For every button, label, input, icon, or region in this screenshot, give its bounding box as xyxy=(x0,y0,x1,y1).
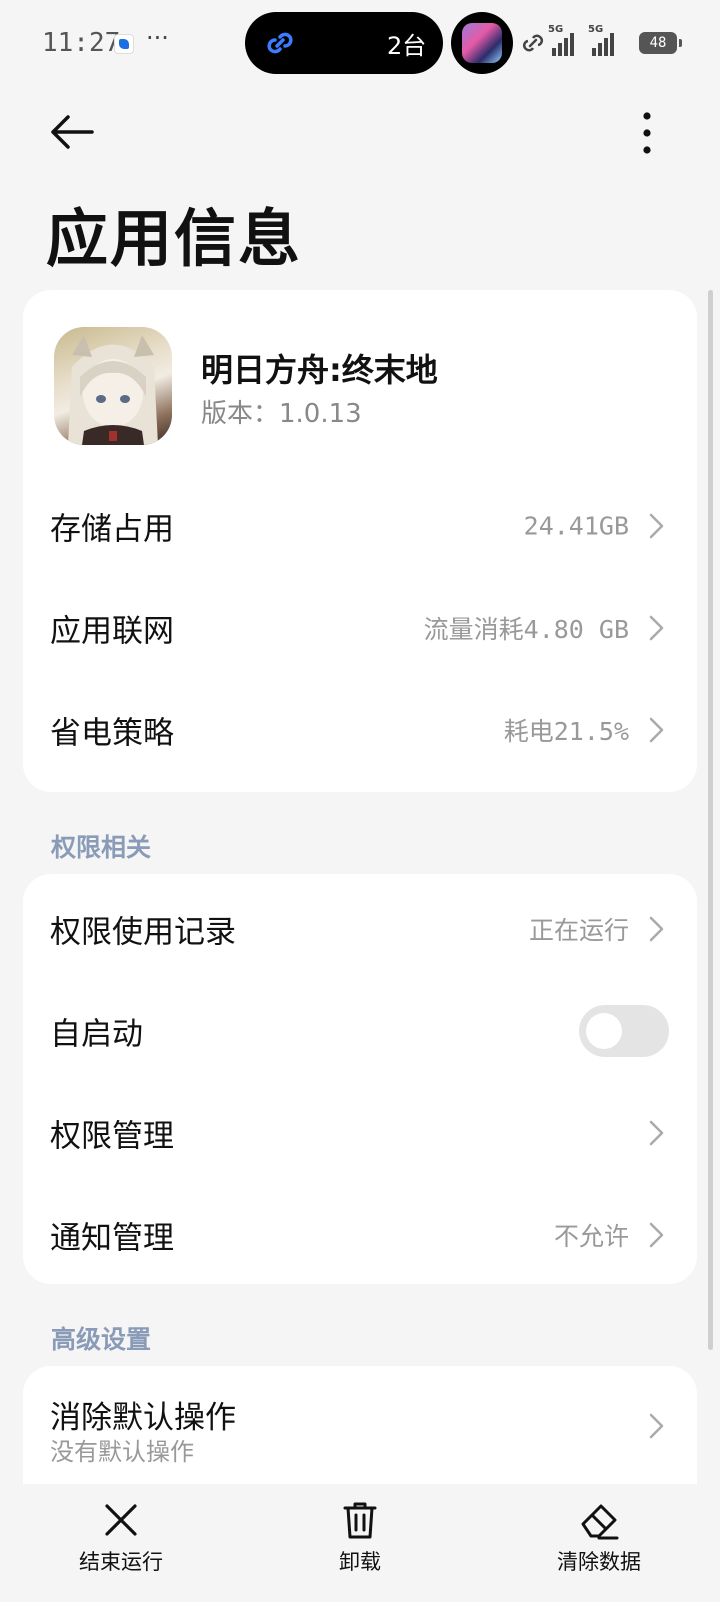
autostart-row: 自启动 xyxy=(23,980,697,1082)
page-title: 应用信息 xyxy=(46,202,303,275)
autostart-toggle[interactable] xyxy=(579,1005,669,1057)
section-title-permissions: 权限相关 xyxy=(51,833,152,862)
dynamic-island-connection[interactable]: 2台 xyxy=(245,12,443,74)
row-value: 24.41GB xyxy=(523,511,629,541)
signal-1-icon: 5G xyxy=(548,24,582,56)
battery-icon: 48 xyxy=(639,32,682,54)
force-stop-label: 结束运行 xyxy=(79,1550,163,1574)
bottom-action-bar: 结束运行 卸载 清除数据 xyxy=(0,1484,720,1602)
connected-devices-count: 2台 xyxy=(387,32,427,60)
clear-data-button[interactable]: 清除数据 xyxy=(519,1484,679,1576)
storage-row[interactable]: 存储占用 24.41GB xyxy=(23,475,697,577)
app-icon xyxy=(54,327,172,445)
island-app-avatar[interactable] xyxy=(451,12,513,74)
more-notifications-icon: ··· xyxy=(146,24,169,52)
row-label: 存储占用 xyxy=(50,511,174,548)
chevron-right-icon xyxy=(649,1413,664,1439)
advanced-card: 消除默认操作 没有默认操作 xyxy=(23,1366,697,1484)
app-info-card: 明日方舟:终末地 版本：1.0.13 存储占用 24.41GB 应用联网 流量消… xyxy=(23,290,697,792)
link-status-icon xyxy=(522,34,544,52)
signal-2-icon: 5G xyxy=(588,24,622,56)
uninstall-button[interactable]: 卸载 xyxy=(280,1484,440,1576)
notification-app-icon xyxy=(114,34,134,54)
trash-icon xyxy=(343,1502,377,1539)
permission-management-row[interactable]: 权限管理 xyxy=(23,1082,697,1184)
row-label: 自启动 xyxy=(50,1016,143,1053)
eraser-icon xyxy=(581,1504,619,1540)
chevron-right-icon xyxy=(649,916,664,942)
row-label: 通知管理 xyxy=(50,1220,174,1257)
chevron-right-icon xyxy=(649,615,664,641)
row-label: 消除默认操作 xyxy=(50,1400,236,1436)
chevron-right-icon xyxy=(649,1120,664,1146)
app-version: 版本：1.0.13 xyxy=(201,399,362,429)
game-thumbnail-icon xyxy=(462,23,502,63)
permission-usage-row[interactable]: 权限使用记录 正在运行 xyxy=(23,878,697,980)
close-icon xyxy=(105,1504,137,1536)
row-label: 权限使用记录 xyxy=(50,914,236,951)
section-title-advanced: 高级设置 xyxy=(51,1325,152,1354)
row-label: 省电策略 xyxy=(50,715,174,752)
row-value: 耗电21.5% xyxy=(503,717,629,746)
chevron-right-icon xyxy=(649,1222,664,1248)
more-options-icon[interactable] xyxy=(632,110,662,156)
row-value: 正在运行 xyxy=(528,916,629,945)
uninstall-label: 卸载 xyxy=(339,1550,381,1574)
link-icon xyxy=(267,32,293,54)
network-row[interactable]: 应用联网 流量消耗4.80 GB xyxy=(23,577,697,679)
toggle-knob xyxy=(586,1013,622,1049)
clear-defaults-row[interactable]: 消除默认操作 没有默认操作 xyxy=(23,1366,697,1484)
permissions-card: 权限使用记录 正在运行 自启动 权限管理 通知管理 不允许 xyxy=(23,874,697,1284)
row-value: 不允许 xyxy=(553,1222,629,1251)
chevron-right-icon xyxy=(649,717,664,743)
status-time: 11:27 xyxy=(42,28,121,58)
app-name: 明日方舟:终末地 xyxy=(201,351,438,389)
row-label: 权限管理 xyxy=(50,1118,174,1155)
battery-saver-row[interactable]: 省电策略 耗电21.5% xyxy=(23,679,697,781)
clear-data-label: 清除数据 xyxy=(557,1550,641,1574)
row-sublabel: 没有默认操作 xyxy=(50,1438,194,1466)
back-arrow-icon[interactable] xyxy=(46,106,98,158)
chevron-right-icon xyxy=(649,513,664,539)
row-label: 应用联网 xyxy=(50,613,174,650)
scrollbar[interactable] xyxy=(708,290,713,1350)
force-stop-button[interactable]: 结束运行 xyxy=(41,1484,201,1576)
row-value: 流量消耗4.80 GB xyxy=(423,615,629,644)
notification-management-row[interactable]: 通知管理 不允许 xyxy=(23,1184,697,1286)
